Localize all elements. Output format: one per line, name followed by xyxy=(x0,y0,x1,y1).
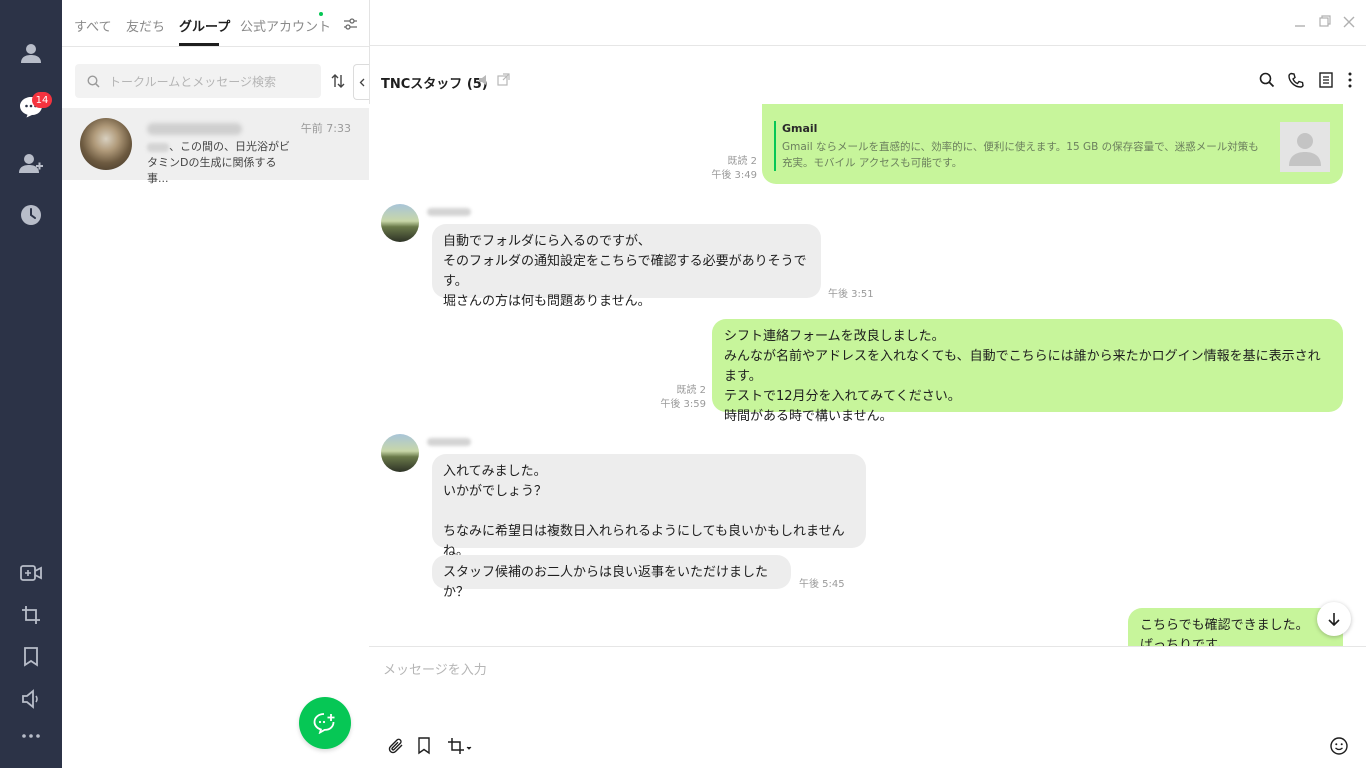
message-line: テストで12月分を入れてみてください。 xyxy=(724,389,961,404)
outgoing-message[interactable]: シフト連絡フォームを改良しました。 みんなが名前やアドレスを入れなくても、自動で… xyxy=(712,319,1343,424)
bookmark-icon[interactable] xyxy=(15,641,47,673)
message-line: こちらでも確認できました。 xyxy=(1140,618,1309,633)
message-line: いかがでしょう？ xyxy=(443,484,548,499)
message-input[interactable] xyxy=(381,657,1345,721)
message-line: ばっちりです。 xyxy=(1140,638,1230,646)
preview-accent-bar xyxy=(774,121,776,171)
message-line: シフト連絡フォームを改良しました。 xyxy=(724,329,945,344)
incoming-message[interactable]: スタッフ候補のお二人からは良い返事をいただけましたか？ xyxy=(432,555,791,600)
incoming-message[interactable]: 自動でフォルダにら入るのですが、 そのフォルダの通知設定をこちらで確認する必要が… xyxy=(432,224,821,309)
incoming-message[interactable]: 入れてみました。 いかがでしょう？ ちなみに希望日は複数日入れられるようにしても… xyxy=(432,454,866,559)
chat-area: TNCスタッフ (5) Gmail Gmail ならメールを直感的に、効率的に、… xyxy=(369,0,1366,769)
tab-all[interactable]: すべて xyxy=(74,16,112,35)
message-line: みんなが名前やアドレスを入れなくても、自動でこちらには誰から来たかログイン情報を… xyxy=(724,349,1321,384)
speaker-icon[interactable] xyxy=(15,683,47,715)
nav-rail: 14 xyxy=(0,0,62,768)
screenshot-icon[interactable] xyxy=(447,737,473,755)
crop-icon[interactable] xyxy=(15,599,47,631)
message-line: 入れてみました。 xyxy=(443,464,547,479)
message-line: 時間がある時で構いません。 xyxy=(724,409,893,424)
preview-thumbnail xyxy=(1280,122,1330,172)
video-call-icon[interactable] xyxy=(15,557,47,589)
notes-icon[interactable] xyxy=(1319,72,1333,88)
read-receipt: 既読 2 xyxy=(676,385,706,396)
scroll-to-bottom-button[interactable] xyxy=(1317,602,1351,636)
tab-friends[interactable]: 友だち xyxy=(126,16,165,35)
sender-avatar[interactable] xyxy=(381,204,419,242)
outgoing-message[interactable]: こちらでも確認できました。 ばっちりです。 xyxy=(1128,608,1343,646)
attach-file-icon[interactable] xyxy=(387,737,405,755)
avatar-placeholder-icon xyxy=(1289,133,1321,166)
menu-more-icon[interactable] xyxy=(1348,72,1352,88)
message-line: 堀さんの方は何も問題ありません。 xyxy=(443,294,651,309)
redacted-name xyxy=(147,142,169,152)
room-time: 午前 7:33 xyxy=(300,122,351,135)
message-meta: 既読 2 午後 3:59 xyxy=(639,384,706,412)
message-time: 午後 3:49 xyxy=(711,170,757,181)
message-line xyxy=(443,502,855,522)
search-box xyxy=(75,64,321,100)
preview-title: Gmail xyxy=(782,122,818,135)
minimize-icon[interactable] xyxy=(1294,14,1306,28)
search-icon[interactable] xyxy=(1259,72,1275,88)
popout-icon[interactable] xyxy=(497,73,510,86)
link-preview-bubble[interactable]: Gmail Gmail ならメールを直感的に、効率的に、便利に使えます。15 G… xyxy=(762,104,1343,184)
category-tabs: すべて 友だち グループ 公式アカウント xyxy=(62,0,369,47)
chevron-left-icon xyxy=(359,78,364,86)
collapse-panel-button[interactable] xyxy=(353,64,369,100)
message-line: スタッフ候補のお二人からは良い返事をいただけましたか？ xyxy=(443,565,769,600)
arrow-down-icon xyxy=(1328,613,1340,626)
restore-icon[interactable] xyxy=(1319,14,1331,28)
sender-name-redacted xyxy=(427,438,471,446)
chat-header: TNCスタッフ (5) xyxy=(369,46,1366,104)
message-meta: 既読 2 午後 3:49 xyxy=(689,155,757,183)
new-chat-icon xyxy=(313,713,335,734)
room-preview: 、この間の、日光浴がビタミンDの生成に関係する事... xyxy=(147,139,297,187)
new-indicator-dot xyxy=(319,12,323,16)
filter-settings-icon[interactable] xyxy=(343,18,358,30)
search-icon xyxy=(87,75,100,88)
tab-official-accounts[interactable]: 公式アカウント xyxy=(240,16,331,35)
message-time: 午後 5:45 xyxy=(799,579,845,590)
active-tab-underline xyxy=(179,43,219,46)
room-name-redacted xyxy=(147,123,242,135)
message-time: 午後 3:51 xyxy=(828,289,874,300)
close-icon[interactable] xyxy=(1343,14,1355,28)
tab-groups[interactable]: グループ xyxy=(179,16,230,35)
message-line: そのフォルダの通知設定をこちらで確認する必要がありそうです。 xyxy=(443,254,807,289)
read-receipt: 既読 2 xyxy=(727,156,757,167)
message-time: 午後 3:59 xyxy=(660,399,706,410)
search-input[interactable] xyxy=(107,64,311,100)
new-chat-button[interactable] xyxy=(299,697,351,749)
sender-avatar[interactable] xyxy=(381,434,419,472)
message-list[interactable]: Gmail Gmail ならメールを直感的に、効率的に、便利に使えます。15 G… xyxy=(369,104,1366,646)
chat-title: TNCスタッフ (5) xyxy=(381,77,488,92)
sort-icon[interactable] xyxy=(331,74,345,88)
message-composer xyxy=(369,646,1366,769)
chat-list-panel: すべて 友だち グループ 公式アカウント 午前 7:33 、この間の、日光浴がビ… xyxy=(62,0,370,768)
preview-description: Gmail ならメールを直感的に、効率的に、便利に使えます。15 GB の保存容… xyxy=(782,141,1259,169)
phone-icon[interactable] xyxy=(1288,72,1304,88)
profile-icon[interactable] xyxy=(15,37,47,69)
bookmark-icon[interactable] xyxy=(417,737,431,755)
clock-icon[interactable] xyxy=(15,199,47,231)
mute-speaker-icon[interactable] xyxy=(478,74,490,86)
sender-name-redacted xyxy=(427,208,471,216)
emoji-icon[interactable] xyxy=(1330,737,1348,755)
message-line: 自動でフォルダにら入るのですが、 xyxy=(443,234,651,249)
chat-room-item[interactable]: 午前 7:33 、この間の、日光浴がビタミンDの生成に関係する事... xyxy=(62,108,369,185)
add-friend-icon[interactable] xyxy=(15,147,47,179)
unread-badge: 14 xyxy=(32,92,52,108)
room-avatar xyxy=(80,118,132,170)
more-icon[interactable] xyxy=(15,720,47,752)
